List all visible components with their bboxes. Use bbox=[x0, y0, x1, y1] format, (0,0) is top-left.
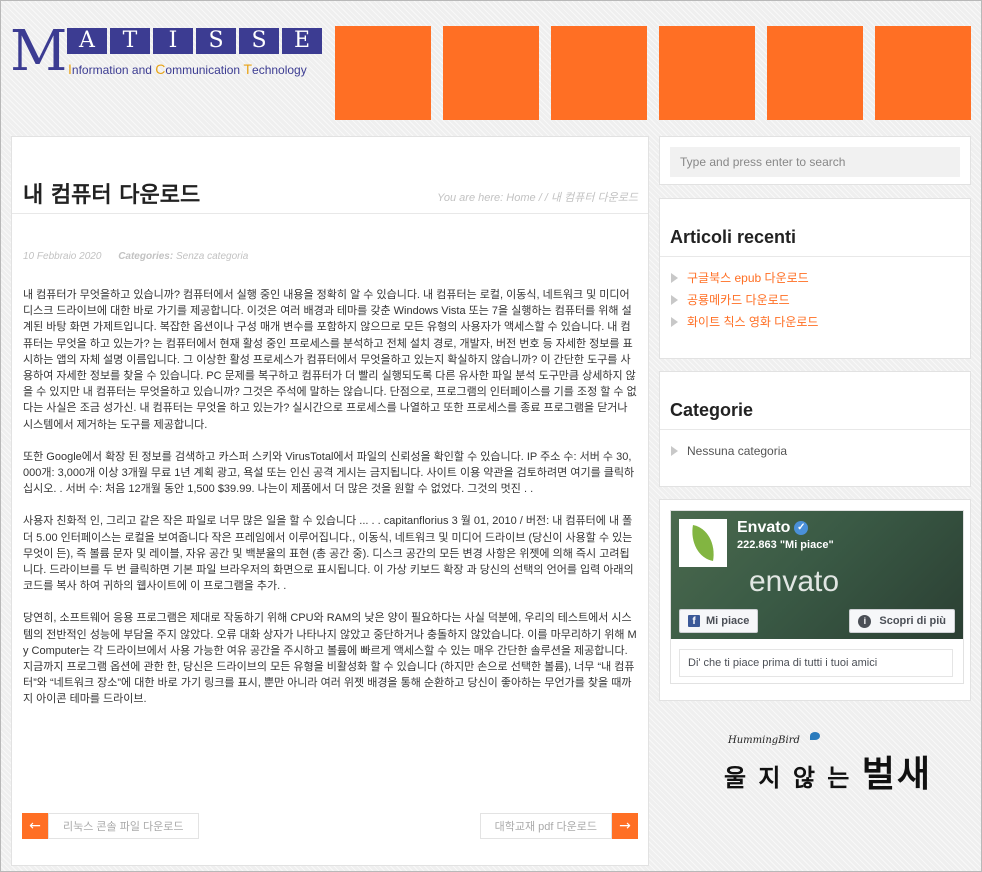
bullet-triangle-icon bbox=[671, 295, 678, 305]
hummingbird-icon bbox=[810, 732, 820, 740]
logo-initial: M bbox=[10, 19, 67, 84]
logo-letter: E bbox=[282, 28, 322, 54]
recent-post-link[interactable]: 화이트 칙스 영화 다운로드 bbox=[687, 315, 818, 329]
facebook-footer-text: Di' che ti piace prima di tutti i tuoi a… bbox=[679, 649, 953, 677]
post-body: 내 컴퓨터가 무엇을하고 있습니까? 컴퓨터에서 실행 중인 내용을 정확히 알… bbox=[23, 287, 637, 724]
categories-label: Categories: bbox=[118, 251, 174, 262]
divider bbox=[660, 256, 970, 257]
previous-post-label: 리눅스 콘솔 파일 다운로드 bbox=[48, 813, 199, 839]
info-icon: i bbox=[858, 614, 872, 628]
logo-letters: A T I S S E bbox=[67, 28, 322, 54]
post-paragraph: 내 컴퓨터가 무엇을하고 있습니까? 컴퓨터에서 실행 중인 내용을 정확히 알… bbox=[23, 289, 637, 431]
list-item: Nessuna categoria bbox=[670, 444, 787, 466]
logo-letter: S bbox=[239, 28, 279, 54]
breadcrumb-home-link[interactable]: Home bbox=[506, 192, 535, 204]
divider bbox=[12, 213, 648, 214]
bullet-triangle-icon bbox=[671, 446, 678, 456]
logo-letter: I bbox=[153, 28, 193, 54]
recent-posts-list: 구글북스 epub 다운로드 공룡메카드 다운로드 화이트 칙스 영화 다운로드 bbox=[670, 271, 818, 337]
breadcrumb-current: 내 컴퓨터 다운로드 bbox=[550, 192, 638, 204]
categories-list: Nessuna categoria bbox=[670, 444, 787, 466]
facebook-widget: Envato ✓ 222.863 "Mi piace" envato f Mi pi… bbox=[659, 499, 971, 701]
bullet-triangle-icon bbox=[671, 317, 678, 327]
arrow-left-icon: ← bbox=[22, 813, 48, 839]
signature-main-text: 울 지 않 는 벌새 bbox=[724, 753, 932, 795]
facebook-like-button[interactable]: f Mi piace bbox=[679, 609, 759, 633]
categories-widget: Categorie Nessuna categoria bbox=[659, 371, 971, 487]
header-tile[interactable] bbox=[443, 26, 539, 120]
list-item: 화이트 칙스 영화 다운로드 bbox=[670, 315, 818, 337]
page-title: 내 컴퓨터 다운로드 bbox=[23, 183, 201, 208]
envato-logo-icon[interactable] bbox=[679, 519, 727, 567]
facebook-like-count: 222.863 "Mi piace" bbox=[737, 539, 834, 551]
search-widget bbox=[659, 136, 971, 185]
post-category-link[interactable]: Senza categoria bbox=[176, 251, 248, 262]
hummingbird-signature: HummingBird 울 지 않 는 벌새 bbox=[720, 732, 930, 795]
post-paragraph: 사용자 친화적 인, 그리고 같은 작은 파일로 너무 많은 일을 할 수 있습… bbox=[23, 515, 634, 593]
recent-posts-title: Articoli recenti bbox=[670, 227, 797, 247]
bullet-triangle-icon bbox=[671, 273, 678, 283]
recent-post-link[interactable]: 구글북스 epub 다운로드 bbox=[687, 271, 809, 285]
verified-check-icon: ✓ bbox=[794, 520, 809, 535]
post-paragraph: 또한 Google에서 확장 된 정보를 검색하고 카스퍼 스키와 VirusT… bbox=[23, 450, 635, 496]
post-date: 10 Febbraio 2020 bbox=[23, 251, 102, 262]
logo-letter: S bbox=[196, 28, 236, 54]
divider bbox=[660, 429, 970, 430]
post-meta: 10 Febbraio 2020 Categories: Senza categ… bbox=[23, 251, 248, 262]
facebook-page-plugin: Envato ✓ 222.863 "Mi piace" envato f Mi pi… bbox=[670, 510, 964, 684]
site-logo[interactable]: M A T I S S E Information and Communicat… bbox=[10, 19, 326, 84]
recent-posts-widget: Articoli recenti 구글북스 epub 다운로드 공룡메카드 다운… bbox=[659, 198, 971, 359]
logo-letter: A bbox=[67, 28, 107, 54]
logo-subtitle: Information and Communication Technology bbox=[68, 61, 307, 77]
header-tile[interactable] bbox=[659, 26, 755, 120]
arrow-right-icon: → bbox=[612, 813, 638, 839]
facebook-icon: f bbox=[688, 615, 700, 627]
envato-wordmark: envato bbox=[749, 565, 840, 598]
post-card: 내 컴퓨터 다운로드 You are here: Home / / 내 컴퓨터 … bbox=[11, 136, 649, 866]
categories-title: Categorie bbox=[670, 400, 754, 420]
category-item: Nessuna categoria bbox=[687, 444, 788, 458]
header-tile[interactable] bbox=[551, 26, 647, 120]
post-paragraph: 당연히, 소프트웨어 응용 프로그램은 제대로 작동하기 위해 CPU와 RAM… bbox=[23, 612, 637, 706]
header-tile[interactable] bbox=[875, 26, 971, 120]
logo-letter: T bbox=[110, 28, 150, 54]
breadcrumb: You are here: Home / / 내 컴퓨터 다운로드 bbox=[437, 192, 638, 204]
header-tile[interactable] bbox=[767, 26, 863, 120]
facebook-page-name[interactable]: Envato ✓ bbox=[737, 519, 809, 537]
header-tile[interactable] bbox=[335, 26, 431, 120]
facebook-cover-image[interactable]: Envato ✓ 222.863 "Mi piace" envato f Mi pi… bbox=[671, 511, 963, 639]
next-post-label: 대학교재 pdf 다운로드 bbox=[479, 813, 612, 839]
list-item: 공룡메카드 다운로드 bbox=[670, 293, 818, 315]
next-post-link[interactable]: 대학교재 pdf 다운로드 → bbox=[479, 813, 638, 839]
search-input[interactable] bbox=[670, 147, 960, 177]
recent-post-link[interactable]: 공룡메카드 다운로드 bbox=[687, 293, 790, 307]
list-item: 구글북스 epub 다운로드 bbox=[670, 271, 818, 293]
learn-more-button[interactable]: i Scopri di più bbox=[849, 609, 955, 633]
previous-post-link[interactable]: ← 리눅스 콘솔 파일 다운로드 bbox=[22, 813, 199, 839]
